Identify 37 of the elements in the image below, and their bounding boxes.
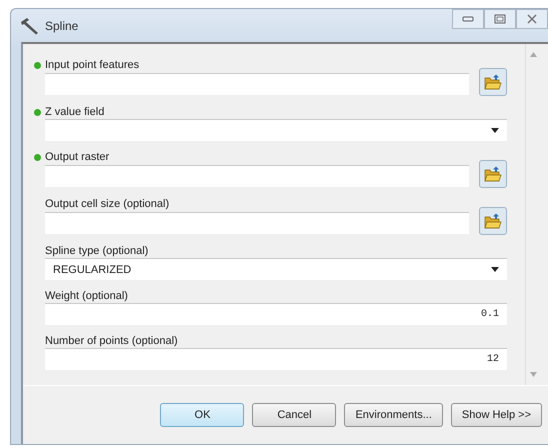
minimize-button[interactable] [452,9,484,29]
folder-icon [484,213,502,229]
parameter-label: Spline type (optional) [45,245,148,257]
window-title: Spline [45,18,78,32]
dropdown-field[interactable] [45,119,507,141]
folder-icon [484,74,502,90]
input-field[interactable] [45,165,469,187]
scrollbar[interactable] [525,44,540,385]
folder-icon [484,166,502,182]
dialog-button[interactable]: Show Help >> [450,403,542,427]
number-field[interactable]: 0.1 [45,303,507,325]
dropdown-field[interactable]: REGULARIZED [45,258,507,280]
parameter-label: Input point features [45,59,140,71]
dialog-button[interactable]: Environments... [344,403,443,427]
parameter-label: Weight (optional) [45,290,128,302]
caret-icon [491,267,499,272]
browse-button[interactable] [479,68,507,96]
browse-button[interactable] [479,160,507,188]
close-icon [526,14,538,24]
dialog-button[interactable]: Cancel [252,403,336,427]
parameter-label: Output cell size (optional) [45,198,170,210]
scroll-down-icon [530,372,536,377]
parameter-label: Output raster [45,151,110,163]
maximize-button[interactable] [484,9,516,29]
number-field[interactable]: 12 [45,348,507,370]
parameter-label: Number of points (optional) [45,335,178,347]
dropdown-value: REGULARIZED [53,264,132,276]
browse-button[interactable] [479,207,507,235]
scroll-up-icon [530,52,536,57]
input-field[interactable] [45,73,469,95]
minimize-icon [462,15,474,23]
dialog-button[interactable]: OK [160,403,244,427]
close-button[interactable] [516,9,548,29]
parameter-label: Z value field [45,106,104,118]
caret-icon [491,128,499,133]
maximize-icon [494,14,506,24]
input-field[interactable] [45,212,469,234]
